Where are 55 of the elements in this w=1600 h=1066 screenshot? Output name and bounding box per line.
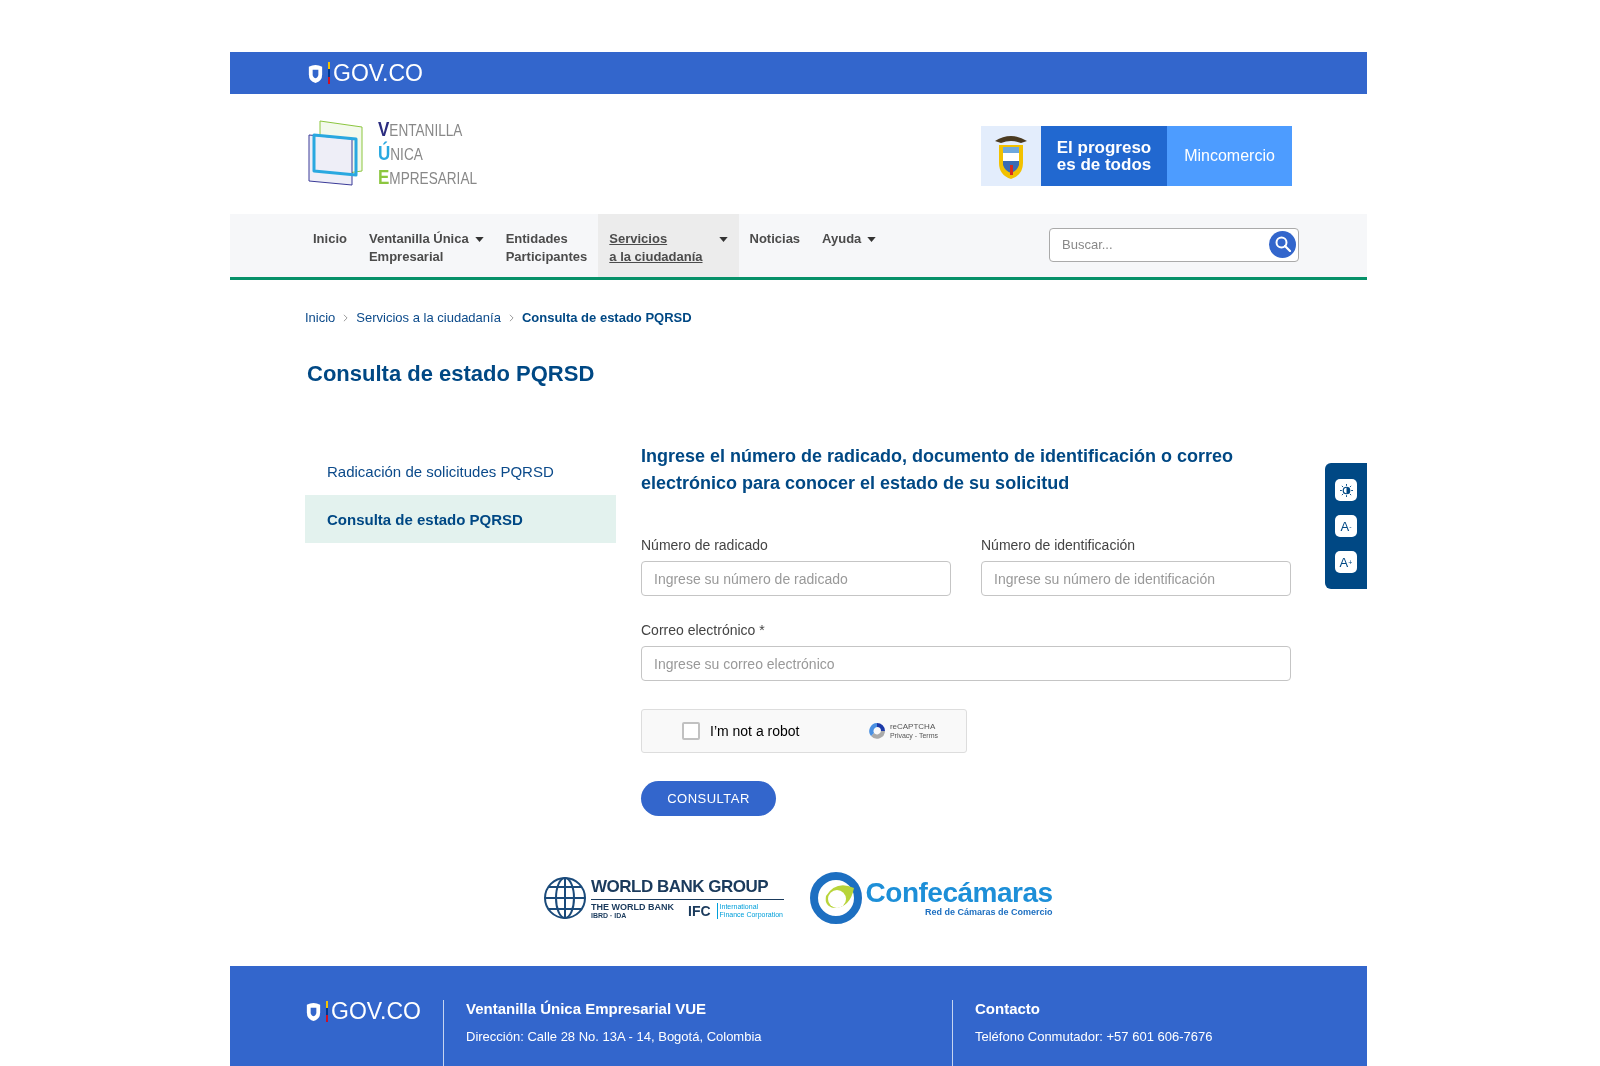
field-label: Correo electrónico * <box>641 622 766 638</box>
sidebar-item[interactable]: Consulta de estado PQRSD <box>305 495 616 543</box>
nav-item[interactable]: Servicios a la ciudadanía <box>598 214 739 277</box>
recaptcha-brand: reCAPTCHA <box>889 722 937 731</box>
footer-text: Teléfono Conmutador: +57 601 606-7676 <box>975 1029 1213 1044</box>
flag-stripe-icon <box>328 62 330 84</box>
window-frames-icon <box>308 119 364 189</box>
breadcrumb-link[interactable]: Servicios a la ciudadanía <box>356 310 501 325</box>
logo-text: EMPRESARIAL <box>378 166 477 190</box>
swirl-icon <box>809 872 862 924</box>
input-field[interactable]: Ingrese su número de radicado <box>641 561 951 596</box>
coat-of-arms-icon <box>304 1001 323 1022</box>
coat-of-arms-icon <box>306 62 325 84</box>
breadcrumb-link[interactable]: Consulta de estado PQRSD <box>521 310 692 325</box>
nav-item[interactable]: Noticias <box>738 214 812 277</box>
chevron-right-icon <box>343 313 349 322</box>
footer-heading: Ventanilla Única Empresarial VUE <box>466 1000 708 1017</box>
checkbox[interactable] <box>682 722 700 740</box>
submit-button[interactable]: CONSULTAR <box>641 781 776 816</box>
search-icon <box>1274 236 1291 252</box>
footer-heading: Contacto <box>975 1000 1041 1017</box>
gov-brand[interactable]: GOV.CO <box>331 998 421 1025</box>
contrast-icon <box>1339 483 1353 497</box>
field-label: Número de identificación <box>981 537 1137 553</box>
logo-text: ÚNICA <box>378 142 424 166</box>
nav-item[interactable]: Ayuda <box>811 214 888 277</box>
chevron-right-icon <box>508 313 514 322</box>
slogan-text: El progreso <box>1056 139 1152 156</box>
footer-text: Dirección: Calle 28 No. 13A - 14, Bogotá, Colombia <box>466 1029 763 1044</box>
font-size-button[interactable]: A$^{-}$ <box>1335 515 1357 537</box>
page-title: Consulta de estado PQRSD <box>307 361 596 387</box>
confecamaras-logo: Confecámaras Red de Cámaras de Comercio <box>809 872 1053 924</box>
caret-icon <box>474 237 484 242</box>
input-field[interactable]: Ingrese su número de identificación <box>981 561 1291 596</box>
caret-icon <box>867 237 877 242</box>
nav-item[interactable]: Inicio <box>302 214 358 277</box>
field-label: Número de radicado <box>641 537 769 553</box>
input-field[interactable]: Ingrese su correo electrónico <box>641 646 1291 681</box>
recaptcha-logo-icon <box>866 721 887 741</box>
logo-text: VENTANILLA <box>378 118 464 141</box>
form-heading: Ingrese el número de radicado, documento de identificación o correo electrónico para conocer el estado de su solicitud <box>641 445 1235 495</box>
checkbox-label: I’m not a robot <box>710 723 800 739</box>
sidebar-item[interactable]: Radicación de solicitudes PQRSD <box>305 447 616 495</box>
nav-item[interactable]: Entidades Participantes <box>494 214 599 277</box>
breadcrumb-link[interactable]: Inicio <box>305 310 336 325</box>
flag-stripe-icon <box>326 1000 328 1023</box>
nav-item[interactable]: Ventanilla Única Empresarial <box>357 214 495 277</box>
caret-icon <box>718 237 728 242</box>
contrast-button[interactable] <box>1335 479 1357 501</box>
font-size-button[interactable]: A$^{+}$ <box>1335 551 1357 573</box>
globe-icon <box>543 876 587 920</box>
slogan-text: es de todos <box>1056 156 1152 173</box>
gov-brand[interactable]: GOV.CO <box>333 59 423 87</box>
search-field[interactable]: Buscar... <box>1049 227 1299 262</box>
ministry-name: Mincomercio <box>1184 147 1275 165</box>
